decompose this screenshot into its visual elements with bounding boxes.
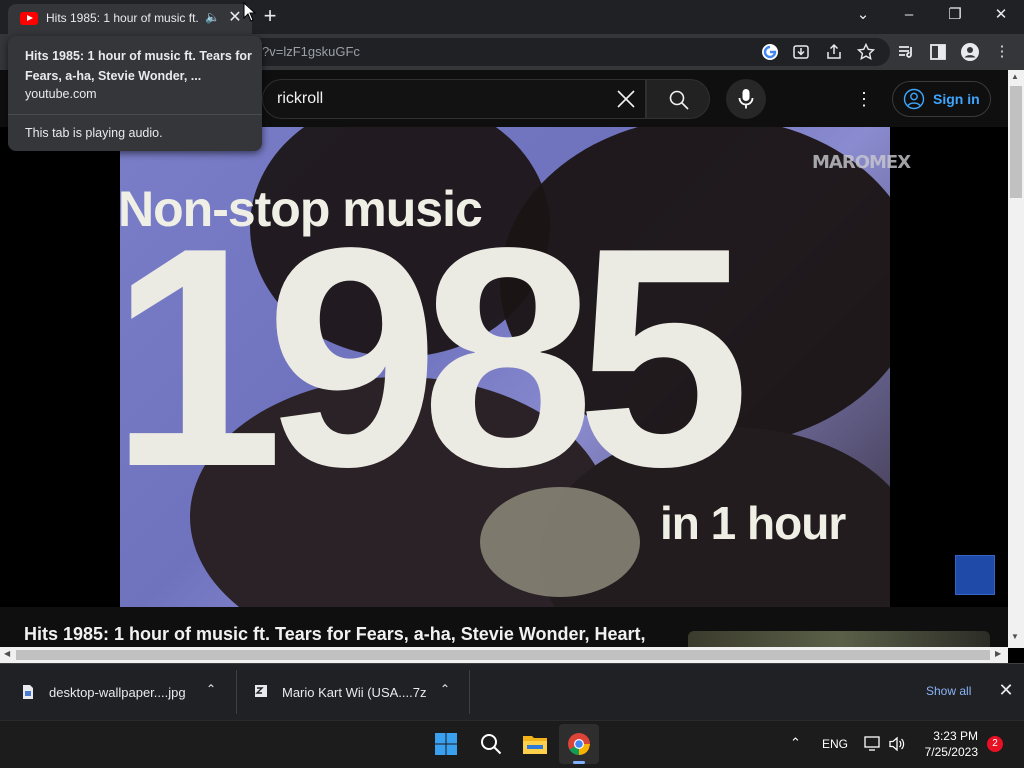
- chrome-menu-icon[interactable]: ⋮: [992, 42, 1012, 62]
- search-icon: [481, 734, 502, 755]
- channel-watermark: MAROMEX: [812, 152, 911, 173]
- settings-menu-icon[interactable]: ⋮: [855, 87, 873, 111]
- sign-in-label: Sign in: [933, 91, 980, 107]
- download-divider: [469, 670, 470, 714]
- notification-badge[interactable]: 2: [987, 736, 1003, 752]
- language-indicator[interactable]: ENG: [822, 737, 848, 751]
- volume-icon[interactable]: [888, 736, 906, 752]
- sign-in-button[interactable]: Sign in: [892, 81, 991, 117]
- profile-icon[interactable]: [960, 42, 980, 62]
- bookmark-star-icon[interactable]: [856, 42, 876, 62]
- install-app-icon[interactable]: [791, 42, 811, 62]
- hover-card-divider: [8, 114, 262, 115]
- branding-badge[interactable]: [955, 555, 995, 595]
- hover-card-domain: youtube.com: [25, 87, 97, 101]
- show-hidden-icons-chevron-icon[interactable]: ⌃: [790, 735, 801, 751]
- windows-logo-icon: [435, 733, 457, 755]
- voice-search-button[interactable]: [726, 79, 766, 119]
- chrome-logo-icon: [568, 733, 590, 755]
- account-circle-icon: [903, 88, 925, 110]
- overlay-subline: in 1 hour: [660, 497, 846, 549]
- download-filename: desktop-wallpaper....jpg: [49, 685, 186, 700]
- overlay-year: 1985: [110, 184, 750, 532]
- restore-button[interactable]: ❐: [932, 2, 978, 30]
- close-downloads-bar-icon[interactable]: ✕: [996, 680, 1016, 701]
- archive-file-icon: [255, 685, 267, 697]
- hover-card-audio-status: This tab is playing audio.: [25, 126, 163, 140]
- close-window-button[interactable]: ✕: [978, 2, 1024, 30]
- scroll-down-arrow-icon[interactable]: ▼: [1011, 632, 1019, 641]
- youtube-favicon-icon: [20, 12, 38, 25]
- tab-hover-card: Hits 1985: 1 hour of music ft. Tears for…: [8, 36, 262, 151]
- share-icon[interactable]: [824, 42, 844, 62]
- file-explorer-button[interactable]: [515, 724, 555, 764]
- minimize-button[interactable]: –: [886, 2, 932, 30]
- speaker-icon[interactable]: 🔈: [205, 10, 220, 24]
- download-divider: [236, 670, 237, 714]
- search-icon: [669, 90, 689, 110]
- network-icon[interactable]: [864, 736, 882, 752]
- clock-time[interactable]: 3:23 PM: [932, 729, 978, 743]
- tab-close-icon[interactable]: ✕: [226, 7, 244, 27]
- show-all-downloads-link[interactable]: Show all: [926, 684, 971, 698]
- scroll-left-arrow-icon[interactable]: ◀: [4, 649, 10, 658]
- video-title: Hits 1985: 1 hour of music ft. Tears for…: [24, 624, 646, 644]
- search-input[interactable]: rickroll: [262, 79, 646, 119]
- search-button[interactable]: [646, 79, 710, 119]
- tab-active[interactable]: Hits 1985: 1 hour of music ft. Tears for…: [8, 4, 252, 34]
- downloads-bar: desktop-wallpaper....jpg ⌃ Mario Kart Wi…: [0, 663, 1024, 720]
- new-tab-button[interactable]: +: [258, 3, 282, 29]
- chevron-up-icon[interactable]: ⌃: [440, 682, 450, 696]
- tab-search-chevron-icon[interactable]: ⌄: [840, 2, 886, 30]
- media-control-icon[interactable]: [896, 42, 916, 62]
- scroll-up-arrow-icon[interactable]: ▲: [1011, 72, 1019, 81]
- related-video-thumbnail[interactable]: [688, 631, 990, 647]
- horizontal-scroll-thumb[interactable]: [16, 650, 990, 660]
- clock-date[interactable]: 7/25/2023: [921, 745, 978, 759]
- search-query: rickroll: [277, 90, 324, 107]
- start-button[interactable]: [426, 724, 466, 764]
- chrome-taskbar-button[interactable]: [559, 724, 599, 764]
- hover-card-title: Hits 1985: 1 hour of music ft. Tears for…: [25, 49, 252, 83]
- clear-search-icon[interactable]: [611, 84, 641, 114]
- taskbar-search-button[interactable]: [471, 724, 511, 764]
- download-filename: Mario Kart Wii (USA....7z: [282, 685, 427, 700]
- image-file-icon: [23, 685, 33, 699]
- download-item[interactable]: desktop-wallpaper....jpg ⌃: [0, 664, 236, 721]
- folder-icon: [523, 736, 547, 754]
- mouse-cursor-icon: [243, 2, 257, 22]
- url-text[interactable]: ?v=lzF1gskuGFc: [262, 44, 360, 59]
- download-item[interactable]: Mario Kart Wii (USA....7z ⌃: [237, 664, 469, 721]
- vertical-scroll-thumb[interactable]: [1010, 86, 1022, 198]
- google-lens-icon[interactable]: [760, 42, 780, 62]
- scroll-right-arrow-icon[interactable]: ▶: [995, 649, 1001, 658]
- microphone-icon: [738, 89, 754, 109]
- side-panel-icon[interactable]: [928, 42, 948, 62]
- tab-title: Hits 1985: 1 hour of music ft. Tears for…: [46, 11, 198, 25]
- chevron-up-icon[interactable]: ⌃: [206, 682, 216, 696]
